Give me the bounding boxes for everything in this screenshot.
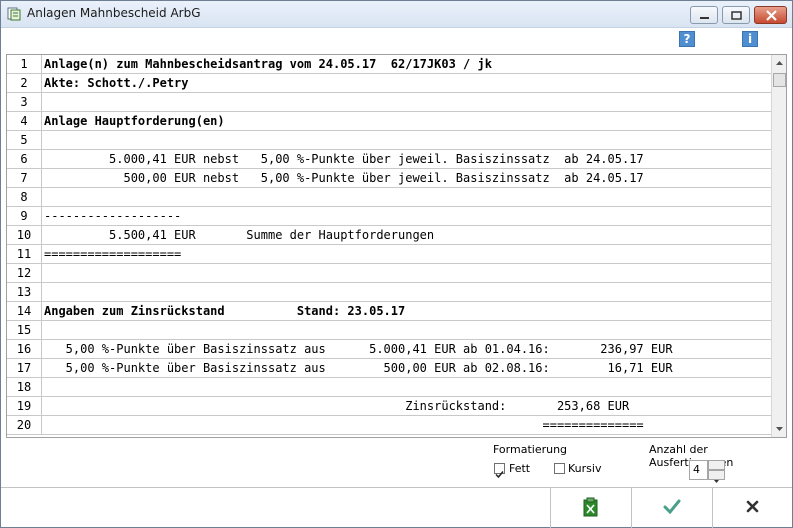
table-row[interactable]: 5 (7, 131, 771, 150)
scroll-up-icon[interactable] (772, 55, 787, 72)
checkmark-icon (495, 471, 504, 479)
close-icon (766, 10, 777, 21)
table-row[interactable]: 1 Anlage(n) zum Mahnbescheidsantrag vom 2… (7, 55, 771, 74)
scroll-down-icon[interactable] (772, 420, 787, 437)
row-text[interactable]: 500,00 EUR nebst 5,00 %-Punkte über jewe… (44, 169, 643, 187)
checkmark-icon (663, 499, 681, 515)
row-number: 7 (7, 169, 42, 187)
scroll-thumb[interactable] (773, 73, 786, 87)
table-row[interactable]: 14 Angaben zum Zinsrückstand Stand: 23.05… (7, 302, 771, 321)
row-number: 19 (7, 397, 42, 415)
row-number: 6 (7, 150, 42, 168)
row-number: 12 (7, 264, 42, 282)
table-row[interactable]: 17 5,00 %-Punkte über Basiszinssatz aus … (7, 359, 771, 378)
table-row[interactable]: 9 ------------------- (7, 207, 771, 226)
table-row[interactable]: 11 =================== (7, 245, 771, 264)
row-number: 9 (7, 207, 42, 225)
bold-checkbox[interactable] (494, 463, 505, 479)
row-text[interactable]: Anlage(n) zum Mahnbescheidsantrag vom 24… (44, 55, 492, 73)
row-number: 5 (7, 131, 42, 149)
spin-up-button[interactable] (708, 460, 725, 474)
dialog-window: Anlagen Mahnbescheid ArbG ? i 1 Anlage(n)… (0, 0, 793, 528)
row-text[interactable]: 5,00 %-Punkte über Basiszinssatz aus 500… (44, 359, 673, 377)
row-number: 16 (7, 340, 42, 358)
row-number: 1 (7, 55, 42, 73)
row-number: 20 (7, 416, 42, 434)
table-row[interactable]: 16 5,00 %-Punkte über Basiszinssatz aus … (7, 340, 771, 359)
italic-checkbox[interactable] (554, 463, 565, 474)
close-button[interactable] (754, 6, 787, 24)
table-row[interactable]: 15 (7, 321, 771, 340)
table-row[interactable]: 4 Anlage Hauptforderung(en) (7, 112, 771, 131)
vertical-scrollbar[interactable] (771, 55, 787, 437)
row-number: 17 (7, 359, 42, 377)
row-number: 2 (7, 74, 42, 92)
chevron-down-icon (714, 480, 719, 483)
minimize-button[interactable] (690, 6, 718, 24)
row-text[interactable]: 5,00 %-Punkte über Basiszinssatz aus 5.0… (44, 340, 673, 358)
text-grid[interactable]: 1 Anlage(n) zum Mahnbescheidsantrag vom 2… (6, 54, 787, 438)
row-number: 4 (7, 112, 42, 130)
help-glyph: ? (683, 32, 691, 46)
row-text[interactable]: Anlage Hauptforderung(en) (44, 112, 225, 130)
row-number: 10 (7, 226, 42, 244)
table-row[interactable]: 3 (7, 93, 771, 112)
row-number: 8 (7, 188, 42, 206)
row-number: 15 (7, 321, 42, 339)
minimize-icon (700, 17, 709, 19)
cancel-button[interactable] (712, 488, 792, 528)
row-number: 11 (7, 245, 42, 263)
row-text[interactable]: =================== (44, 245, 181, 263)
row-number: 18 (7, 378, 42, 396)
row-text[interactable]: Zinsrückstand: 253,68 EUR (44, 397, 629, 415)
row-text[interactable]: 5.500,41 EUR Summe der Hauptforderungen (44, 226, 434, 244)
bold-label[interactable]: Fett (509, 462, 530, 475)
clipboard-icon (583, 497, 598, 517)
table-row[interactable]: 20 ============== (7, 416, 771, 435)
help-icon[interactable]: ? (679, 31, 695, 47)
row-text[interactable]: ------------------- (44, 207, 181, 225)
title-bar[interactable]: Anlagen Mahnbescheid ArbG (1, 1, 792, 28)
table-row[interactable]: 13 (7, 283, 771, 302)
row-text[interactable]: Akte: Schott./.Petry (44, 74, 189, 92)
table-row[interactable]: 8 (7, 188, 771, 207)
row-number: 3 (7, 93, 42, 111)
italic-label[interactable]: Kursiv (568, 462, 601, 475)
table-row[interactable]: 2 Akte: Schott./.Petry (7, 74, 771, 93)
table-row[interactable]: 6 5.000,41 EUR nebst 5,00 %-Punkte über … (7, 150, 771, 169)
table-row[interactable]: 19 Zinsrückstand: 253,68 EUR (7, 397, 771, 416)
table-row[interactable]: 12 (7, 264, 771, 283)
x-icon (746, 500, 759, 513)
window-title: Anlagen Mahnbescheid ArbG (27, 6, 201, 20)
ok-button[interactable] (631, 488, 711, 528)
copies-input[interactable]: 4 (689, 460, 708, 480)
table-row[interactable]: 10 5.500,41 EUR Summe der Hauptforderung… (7, 226, 771, 245)
row-text[interactable]: 5.000,41 EUR nebst 5,00 %-Punkte über je… (44, 150, 644, 168)
row-text[interactable]: Angaben zum Zinsrückstand Stand: 23.05.1… (44, 302, 405, 320)
row-text[interactable]: ============== (44, 416, 643, 434)
row-number: 13 (7, 283, 42, 301)
spin-down-button[interactable] (708, 470, 725, 483)
report-button[interactable] (550, 488, 630, 528)
format-label: Formatierung (493, 443, 568, 456)
app-icon (7, 7, 21, 21)
footer-bar (1, 487, 792, 528)
info-glyph: i (747, 32, 753, 46)
maximize-button[interactable] (722, 6, 750, 24)
info-icon[interactable]: i (742, 31, 758, 47)
table-row[interactable]: 18 (7, 378, 771, 397)
row-number: 14 (7, 302, 42, 320)
table-row[interactable]: 7 500,00 EUR nebst 5,00 %-Punkte über je… (7, 169, 771, 188)
maximize-icon (731, 11, 742, 20)
